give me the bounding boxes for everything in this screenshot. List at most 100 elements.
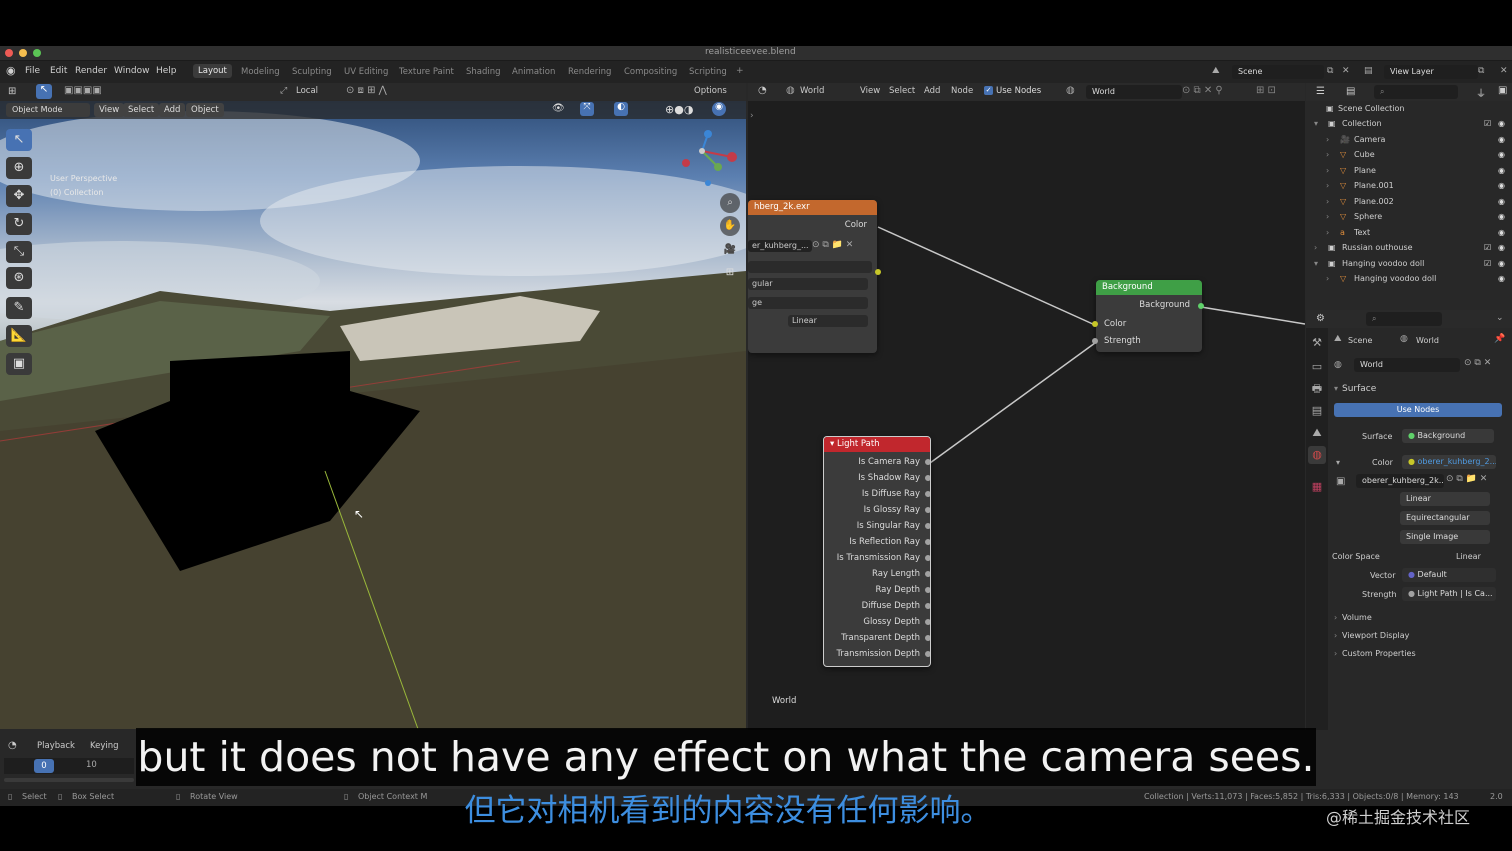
rotate-tool-icon[interactable]: ↻ (6, 213, 32, 235)
color-output-socket[interactable] (875, 269, 881, 275)
tool-tab-icon[interactable]: ⚒ (1308, 334, 1326, 352)
viewport-menu-add[interactable]: Add (159, 103, 186, 117)
interpolation-dropdown[interactable]: Linear (788, 315, 868, 327)
expand-arrow-icon[interactable]: › (1326, 150, 1329, 159)
visibility-icon[interactable]: 👁 (552, 103, 565, 114)
tab-shading[interactable]: Shading (466, 67, 501, 77)
environment-texture-node[interactable]: hberg_2k.exr Color er_kuhberg_... ⊙ ⧉ 📁 … (748, 200, 877, 353)
minimize-window-button[interactable] (19, 49, 27, 57)
zoom-icon[interactable]: ⌕ (720, 193, 740, 213)
new-view-layer-icon[interactable]: ⧉ (1478, 66, 1484, 76)
pan-hand-icon[interactable]: ✋ (720, 216, 740, 236)
navigation-gizmo[interactable] (680, 129, 740, 189)
viewport-menu-select[interactable]: Select (123, 103, 160, 117)
use-nodes-checkbox[interactable]: ✓ (984, 86, 993, 95)
visibility-eye-icon[interactable]: ◉ (1498, 197, 1505, 206)
maximize-window-button[interactable] (33, 49, 41, 57)
outliner-row[interactable]: › ▣ Russian outhouse ☑ ◉ (1306, 243, 1512, 258)
outliner-row[interactable]: ▾ ▣ Collection ☑ ◉ (1306, 119, 1512, 134)
move-tool-icon[interactable]: ✥ (6, 185, 32, 207)
visibility-eye-icon[interactable]: ◉ (1498, 166, 1505, 175)
exclude-checkbox[interactable]: ☑ (1484, 119, 1491, 128)
expand-arrow-icon[interactable]: ▾ (1314, 119, 1318, 128)
visibility-eye-icon[interactable]: ◉ (1498, 135, 1505, 144)
viewport-menu-view[interactable]: View (94, 103, 125, 117)
expand-arrow-icon[interactable]: ▾ (1314, 259, 1318, 268)
outliner-row[interactable]: › ▽ Plane.002 ◉ (1306, 197, 1512, 212)
volume-arrow[interactable]: › (1334, 613, 1337, 622)
scale-tool-icon[interactable]: ⤡ (6, 241, 32, 263)
node-menu-select[interactable]: Select (889, 86, 915, 96)
expand-arrow-icon[interactable]: › (1326, 212, 1329, 221)
outliner-search-input[interactable]: ⌕ (1374, 85, 1458, 99)
strength-value[interactable]: ● Light Path | Is Ca... (1402, 587, 1496, 601)
annotate-tool-icon[interactable]: ✎ (6, 297, 32, 319)
close-window-button[interactable] (5, 49, 13, 57)
projection-field[interactable]: Equirectangular (1400, 511, 1490, 525)
visibility-eye-icon[interactable]: ◉ (1498, 274, 1505, 283)
menu-edit[interactable]: Edit (50, 66, 67, 76)
exclude-checkbox[interactable]: ☑ (1484, 243, 1491, 252)
light-path-output-socket[interactable] (925, 603, 930, 609)
image-blank-dropdown[interactable] (748, 261, 872, 273)
tab-layout[interactable]: Layout (193, 64, 232, 78)
3d-viewport[interactable]: User Perspective (0) Collection Object M… (0, 101, 746, 729)
volume-panel[interactable]: Volume (1342, 613, 1372, 622)
visibility-eye-icon[interactable]: ◉ (1498, 243, 1505, 252)
scene-icon[interactable]: ⛰ (1212, 66, 1220, 76)
background-color-socket[interactable] (1092, 321, 1098, 327)
viewport-display-panel[interactable]: Viewport Display (1342, 631, 1409, 640)
node-menu-view[interactable]: View (860, 86, 880, 96)
visibility-eye-icon[interactable]: ◉ (1498, 212, 1505, 221)
light-path-output-socket[interactable] (925, 571, 930, 577)
properties-type-icon[interactable]: ⚙ (1316, 313, 1325, 324)
interpolation-field[interactable]: Linear (1400, 492, 1490, 506)
tab-compositing[interactable]: Compositing (624, 67, 677, 77)
custom-properties-arrow[interactable]: › (1334, 649, 1337, 658)
texture-tab-icon[interactable]: ▦ (1308, 478, 1326, 496)
pin-icon[interactable]: 📌 (1494, 334, 1505, 344)
shader-type-dropdown[interactable]: World (800, 86, 824, 96)
node-menu-node[interactable]: Node (951, 86, 973, 96)
view-layer-selector[interactable]: View Layer (1384, 65, 1478, 79)
output-tab-icon[interactable]: 🖶 (1308, 380, 1326, 398)
world-datablock-field[interactable]: World (1086, 85, 1182, 99)
outliner-row[interactable]: › ▽ Plane.001 ◉ (1306, 181, 1512, 196)
tab-uv-editing[interactable]: UV Editing (344, 67, 388, 77)
image-actions-icons[interactable]: ⊙ ⧉ 📁 ✕ (812, 240, 853, 250)
measure-tool-icon[interactable]: 📐 (6, 325, 32, 347)
visibility-eye-icon[interactable]: ◉ (1498, 259, 1505, 268)
color-value[interactable]: ● oberer_kuhberg_2... (1402, 455, 1496, 469)
snap-icons[interactable]: ⊞ ⊡ (1256, 85, 1276, 96)
expand-arrow-icon[interactable]: › (1326, 274, 1329, 283)
light-path-output-socket[interactable] (925, 635, 930, 641)
outliner-row[interactable]: › ▽ Sphere ◉ (1306, 212, 1512, 227)
tab-animation[interactable]: Animation (512, 67, 555, 77)
light-path-output-socket[interactable] (925, 523, 930, 529)
viewport-display-arrow[interactable]: › (1334, 631, 1337, 640)
tab-modeling[interactable]: Modeling (241, 67, 280, 77)
scene-selector[interactable]: Scene (1232, 65, 1324, 79)
light-path-output-socket[interactable] (925, 507, 930, 513)
visibility-eye-icon[interactable]: ◉ (1498, 119, 1505, 128)
viewport-menu-object[interactable]: Object (186, 103, 224, 117)
new-collection-icon[interactable]: ▣ (1498, 85, 1507, 96)
projection-dropdown[interactable]: gular (748, 278, 868, 290)
tab-texture-paint[interactable]: Texture Paint (399, 67, 454, 77)
outliner-row[interactable]: › ▽ Cube ◉ (1306, 150, 1512, 165)
overlay-toggle-icon[interactable]: ◐ (614, 102, 628, 116)
filter-icon[interactable]: ⏚ (1476, 85, 1486, 100)
playback-menu[interactable]: Playback (37, 741, 75, 751)
tab-scripting[interactable]: Scripting (689, 67, 727, 77)
light-path-output-socket[interactable] (925, 651, 930, 657)
outliner-row[interactable]: › 🎥 Camera ◉ (1306, 135, 1512, 150)
view-layer-icon[interactable]: ▤ (1364, 66, 1373, 76)
blender-logo-icon[interactable]: ◉ (6, 64, 16, 77)
object-mode-dropdown[interactable]: Object Mode (6, 103, 90, 117)
outliner-row[interactable]: ▾ ▣ Hanging voodoo doll ☑ ◉ (1306, 259, 1512, 274)
expand-arrow-icon[interactable]: › (1314, 243, 1317, 252)
expand-arrow-icon[interactable]: › (1326, 228, 1329, 237)
tab-sculpting[interactable]: Sculpting (292, 67, 332, 77)
ortho-grid-icon[interactable]: ⊞ (720, 263, 740, 283)
surface-panel-header[interactable]: Surface (1342, 384, 1376, 394)
